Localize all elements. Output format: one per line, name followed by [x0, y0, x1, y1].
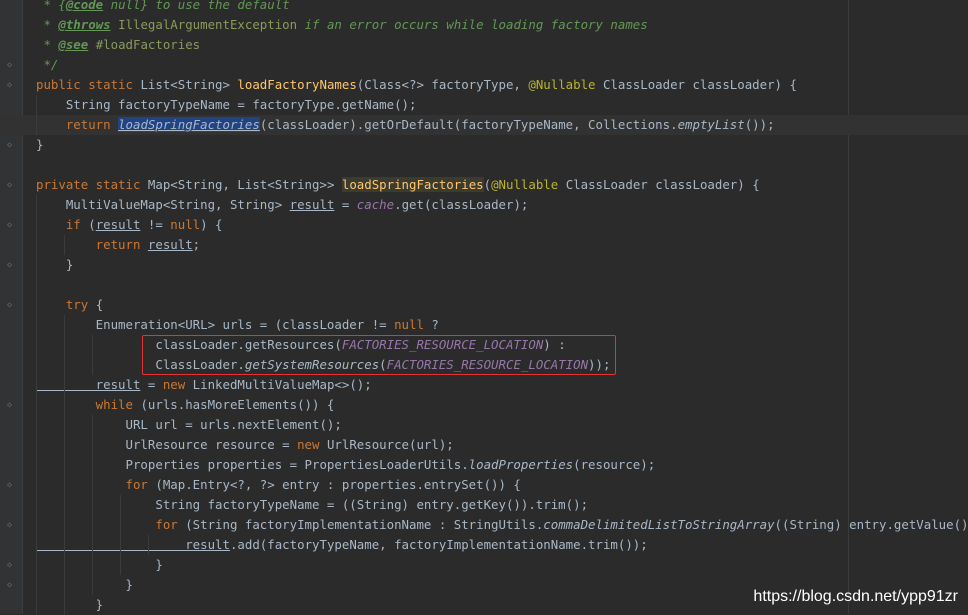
highlight-annotation-box — [142, 335, 616, 375]
code-line[interactable]: String factoryTypeName = ((String) entry… — [0, 495, 968, 515]
indent-guide — [36, 315, 37, 335]
indent-guide — [36, 575, 37, 595]
indent-guide — [64, 375, 65, 395]
indent-guide — [64, 595, 65, 615]
indent-guide — [36, 275, 37, 295]
indent-guide — [120, 495, 121, 515]
indent-guide — [64, 495, 65, 515]
indent-guide — [36, 395, 37, 415]
indent-guide — [64, 535, 65, 555]
indent-guide — [36, 455, 37, 475]
indent-guide — [120, 515, 121, 535]
code-line[interactable]: if (result != null) { — [0, 215, 968, 235]
indent-guide — [64, 435, 65, 455]
code-line[interactable]: Enumeration<URL> urls = (classLoader != … — [0, 315, 968, 335]
indent-guide — [92, 455, 93, 475]
indent-guide — [64, 515, 65, 535]
indent-guide — [92, 415, 93, 435]
code-line[interactable]: Properties properties = PropertiesLoader… — [0, 455, 968, 475]
code-line[interactable]: try { — [0, 295, 968, 315]
indent-guide — [64, 235, 65, 255]
code-line[interactable]: return result; — [0, 235, 968, 255]
indent-guide — [36, 255, 37, 275]
indent-guide — [64, 455, 65, 475]
code-line[interactable]: * @throws IllegalArgumentException if an… — [0, 15, 968, 35]
code-line[interactable]: result = new LinkedMultiValueMap<>(); — [0, 375, 968, 395]
code-line-current[interactable]: return loadSpringFactories(classLoader).… — [0, 115, 968, 135]
indent-guide — [64, 315, 65, 335]
indent-guide — [92, 555, 93, 575]
code-line[interactable]: URL url = urls.nextElement(); — [0, 415, 968, 435]
indent-guide — [120, 555, 121, 575]
code-line[interactable]: for (String factoryImplementationName : … — [0, 515, 968, 535]
code-line[interactable]: UrlResource resource = new UrlResource(u… — [0, 435, 968, 455]
code-line[interactable]: * {@code null} to use the default — [0, 0, 968, 15]
indent-guide — [92, 335, 93, 355]
code-line[interactable]: public static List<String> loadFactoryNa… — [0, 75, 968, 95]
code-line[interactable]: for (Map.Entry<?, ?> entry : properties.… — [0, 475, 968, 495]
code-line[interactable]: } — [0, 135, 968, 155]
indent-guide — [92, 435, 93, 455]
indent-guide — [64, 415, 65, 435]
indent-guide — [64, 575, 65, 595]
indent-guide — [64, 395, 65, 415]
indent-guide — [36, 295, 37, 315]
code-line[interactable]: } — [0, 255, 968, 275]
code-line[interactable]: MultiValueMap<String, String> result = c… — [0, 195, 968, 215]
indent-guide — [36, 235, 37, 255]
indent-guide — [92, 535, 93, 555]
selected-identifier[interactable]: loadSpringFactories — [118, 117, 260, 132]
indent-guide — [36, 415, 37, 435]
indent-guide — [148, 535, 149, 555]
indent-guide — [36, 435, 37, 455]
indent-guide — [92, 495, 93, 515]
indent-guide — [36, 475, 37, 495]
indent-guide — [36, 115, 37, 135]
indent-guide — [36, 335, 37, 355]
code-line[interactable]: * @see #loadFactories — [0, 35, 968, 55]
indent-guide — [120, 535, 121, 555]
indent-guide — [36, 555, 37, 575]
code-line[interactable]: while (urls.hasMoreElements()) { — [0, 395, 968, 415]
code-line[interactable]: String factoryTypeName = factoryType.get… — [0, 95, 968, 115]
indent-guide — [92, 575, 93, 595]
indent-guide — [64, 355, 65, 375]
code-line[interactable] — [0, 275, 968, 295]
indent-guide — [64, 555, 65, 575]
indent-guide — [92, 475, 93, 495]
indent-guide — [36, 515, 37, 535]
indent-guide — [92, 355, 93, 375]
indent-guide — [36, 495, 37, 515]
indent-guide — [36, 355, 37, 375]
code-editor[interactable]: * {@code null} to use the default * @thr… — [0, 0, 968, 615]
code-line[interactable]: result.add(factoryTypeName, factoryImple… — [0, 535, 968, 555]
indent-guide — [36, 535, 37, 555]
indent-guide — [36, 215, 37, 235]
watermark: https://blog.csdn.net/ypp91zr — [753, 588, 958, 605]
indent-guide — [64, 335, 65, 355]
indent-guide — [36, 375, 37, 395]
code-line[interactable]: */ — [0, 55, 968, 75]
code-line[interactable]: } — [0, 555, 968, 575]
code-line[interactable] — [0, 155, 968, 175]
indent-guide — [64, 475, 65, 495]
code-line[interactable]: private static Map<String, List<String>>… — [0, 175, 968, 195]
indent-guide — [92, 515, 93, 535]
indent-guide — [36, 95, 37, 115]
indent-guide — [36, 595, 37, 615]
indent-guide — [36, 195, 37, 215]
